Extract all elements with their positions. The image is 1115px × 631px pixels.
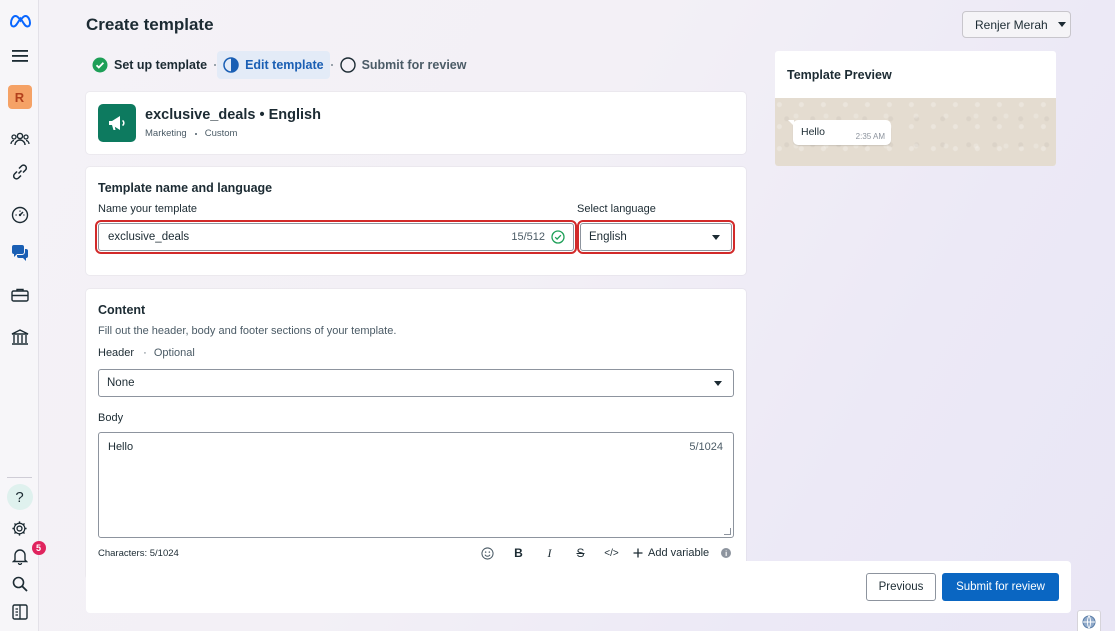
template-stepper: Set up template Edit template Submit for… (86, 51, 472, 79)
language-label: Select language (577, 203, 656, 215)
body-label: Body (98, 412, 124, 424)
valid-check-icon (551, 230, 565, 244)
step-submit-for-review[interactable]: Submit for review (334, 51, 473, 79)
strikethrough-button[interactable]: S (565, 544, 596, 562)
template-preview-panel: Template Preview Hello 2:35 AM (775, 51, 1056, 166)
step-set-up-template[interactable]: Set up template (86, 51, 213, 79)
chat-icon[interactable] (0, 242, 39, 264)
characters-count: Characters: 5/1024 (98, 548, 179, 559)
account-initial: R (7, 85, 32, 109)
notification-badge: 5 (31, 540, 46, 555)
submit-for-review-button[interactable]: Submit for review (942, 573, 1059, 601)
briefcase-icon[interactable] (0, 284, 39, 306)
header-type-select[interactable]: None (98, 369, 734, 397)
bell-icon[interactable]: 5 (0, 540, 46, 566)
name-language-card: Template name and language Name your tem… (86, 167, 746, 275)
check-circle-icon (92, 57, 108, 73)
section-title: Content (98, 303, 146, 317)
empty-circle-icon (339, 57, 356, 73)
step-label: Set up template (114, 58, 208, 72)
body-format-toolbar: B I S </> Add variable i (472, 544, 732, 562)
people-icon[interactable] (0, 128, 39, 150)
help-button[interactable]: ? (6, 484, 33, 510)
help-icon[interactable]: ? (0, 483, 39, 511)
template-type: Custom (204, 128, 238, 139)
language-select[interactable]: English (577, 220, 735, 254)
body-char-counter: 5/1024 (689, 441, 723, 453)
plus-icon (633, 548, 643, 558)
search-icon[interactable] (0, 574, 39, 594)
code-button[interactable]: </> (596, 544, 627, 562)
caret-down-icon (714, 380, 722, 386)
rail-divider (7, 477, 32, 478)
emoji-icon[interactable] (472, 544, 503, 562)
step-label: Edit template (245, 58, 324, 72)
resize-handle[interactable] (724, 528, 731, 535)
dashboard-icon[interactable] (0, 204, 39, 226)
content-description: Fill out the header, body and footer sec… (98, 325, 397, 337)
meta-logo-icon[interactable] (0, 10, 39, 32)
preview-title: Template Preview (787, 68, 892, 82)
globe-icon[interactable] (1077, 610, 1101, 631)
add-variable-label: Add variable (648, 547, 710, 559)
info-icon[interactable]: i (721, 548, 732, 558)
name-label: Name your template (98, 203, 198, 215)
link-icon[interactable] (0, 161, 39, 183)
chat-background: Hello 2:35 AM (775, 98, 1056, 166)
step-edit-template[interactable]: Edit template (217, 51, 330, 79)
message-text: Hello (801, 126, 825, 138)
step-separator (330, 64, 333, 66)
template-meta: Marketing Custom (145, 128, 237, 139)
bold-button[interactable]: B (503, 544, 534, 562)
template-category: Marketing (145, 128, 187, 139)
settings-icon[interactable] (0, 518, 39, 538)
name-char-counter: 15/512 (511, 231, 545, 243)
message-bubble: Hello 2:35 AM (788, 120, 891, 145)
message-time: 2:35 AM (855, 132, 885, 141)
meta-separator (194, 132, 197, 135)
bank-icon[interactable] (0, 326, 39, 348)
body-textarea[interactable]: Hello 5/1024 (98, 432, 734, 538)
language-value: English (589, 231, 627, 243)
panel-icon[interactable] (0, 602, 39, 622)
caret-down-icon (712, 234, 720, 240)
header-type-value: None (107, 377, 135, 389)
template-name-field[interactable]: 15/512 (95, 220, 577, 254)
header-optional: Optional (153, 347, 195, 359)
content-card: Content Fill out the header, body and fo… (86, 289, 746, 579)
step-label: Submit for review (361, 58, 467, 72)
template-summary-card: exclusive_deals • English Marketing Cust… (86, 92, 746, 154)
section-title: Template name and language (98, 181, 273, 195)
left-navigation-rail: R ? 5 (0, 0, 46, 631)
add-variable-button[interactable]: Add variable (633, 547, 709, 559)
account-avatar[interactable]: R (0, 84, 39, 110)
body-text: Hello (108, 441, 134, 453)
page-title: Create template (86, 15, 214, 34)
template-title: exclusive_deals • English (145, 107, 321, 123)
account-switcher-button[interactable]: Renjer Merah (962, 11, 1071, 38)
step-separator (214, 64, 217, 66)
account-name: Renjer Merah (975, 17, 1048, 32)
optional-dot: · (143, 347, 147, 359)
italic-button[interactable]: I (534, 544, 565, 562)
previous-button[interactable]: Previous (866, 573, 936, 601)
header-label-text: Header (98, 347, 135, 359)
template-name-input[interactable] (99, 224, 499, 250)
half-circle-icon (223, 57, 239, 73)
caret-down-icon (1057, 22, 1066, 27)
action-footer: Previous Submit for review (86, 561, 1071, 613)
megaphone-icon (98, 104, 136, 142)
header-label: Header · Optional (98, 347, 195, 359)
menu-icon[interactable] (0, 46, 39, 66)
